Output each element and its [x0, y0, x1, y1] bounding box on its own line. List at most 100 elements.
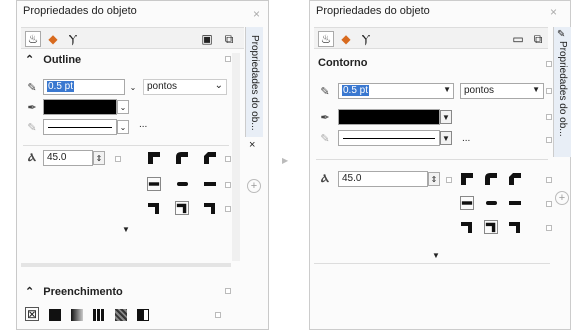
outline-color-picker[interactable]	[338, 109, 440, 125]
transparency-icon[interactable]: Ⲩ	[65, 31, 81, 47]
arrow-icon: ▶	[282, 156, 289, 165]
collapse-icon: ⌃	[25, 286, 35, 298]
menu-icon[interactable]	[215, 312, 221, 318]
divider	[316, 159, 548, 160]
line-style-picker[interactable]	[338, 130, 440, 146]
menu-icon[interactable]	[546, 201, 552, 207]
line-cap-extended-icon[interactable]	[203, 177, 217, 191]
menu-icon[interactable]	[546, 137, 552, 143]
miter-limit-icon: Ⲁ	[321, 172, 329, 185]
chevron-down-icon: ▼	[443, 85, 451, 94]
corner-miter-icon[interactable]	[460, 172, 474, 186]
corner-round-icon[interactable]	[175, 151, 189, 165]
no-fill-icon[interactable]: ⊠	[25, 307, 39, 321]
more-options-icon[interactable]: ⧉	[530, 31, 546, 47]
panel-title: Propriedades do objeto	[316, 5, 430, 17]
menu-icon[interactable]	[546, 114, 552, 120]
units-select[interactable]: pontos ▼	[460, 83, 544, 99]
uniform-fill-icon[interactable]	[49, 309, 61, 321]
close-icon[interactable]: ×	[253, 8, 263, 20]
chevron-down-icon[interactable]: ▼	[440, 110, 452, 124]
units-select[interactable]: pontos ⌄	[143, 79, 227, 95]
section-menu-icon[interactable]	[225, 56, 231, 62]
line-cap-round-icon[interactable]	[484, 196, 498, 210]
miter-limit-field[interactable]: 45.0	[338, 171, 428, 187]
outline-color-icon: ✒	[27, 101, 37, 114]
spinner-icon[interactable]: ⇕	[428, 172, 440, 186]
menu-icon[interactable]	[546, 177, 552, 183]
transparency-icon[interactable]: Ⲩ	[358, 31, 374, 47]
position-inside-icon[interactable]	[508, 220, 522, 234]
solid-line	[343, 138, 435, 139]
position-outside-icon[interactable]	[147, 201, 161, 215]
texture-fill-icon[interactable]	[115, 309, 127, 321]
outline-pen-icon[interactable]: ♨	[318, 31, 334, 47]
more-options-icon[interactable]: ⧉	[221, 31, 237, 47]
chevron-down-icon[interactable]: ⌄	[117, 120, 129, 134]
outline-width-field[interactable]: 0.5 pt	[43, 79, 125, 95]
menu-icon[interactable]	[115, 156, 121, 162]
corner-bevel-icon[interactable]	[508, 172, 522, 186]
text-frame-icon[interactable]: ▣	[199, 31, 215, 47]
line-style-picker[interactable]	[43, 119, 117, 135]
add-docker-icon[interactable]: +	[555, 191, 569, 205]
fountain-fill-icon[interactable]	[71, 309, 83, 321]
corner-round-icon[interactable]	[484, 172, 498, 186]
line-style-more-button[interactable]: ...	[462, 133, 470, 144]
spinner-icon[interactable]: ⇕	[93, 151, 105, 165]
divider	[23, 145, 229, 146]
docker-tab[interactable]: ✎ Propriedades do ob...	[553, 27, 571, 157]
close-icon[interactable]: ×	[550, 6, 560, 18]
menu-icon[interactable]	[446, 177, 452, 183]
section-menu-icon[interactable]	[546, 61, 552, 67]
outline-section-header[interactable]: ⌃ Outline	[25, 53, 225, 71]
toolbar: ♨ ◆ Ⲩ ▭ ⧉	[314, 27, 548, 49]
line-style-more-button[interactable]: ...	[139, 119, 147, 130]
miter-limit-field[interactable]: 45.0	[43, 150, 93, 166]
line-cap-round-icon[interactable]	[175, 177, 189, 191]
line-cap-extended-icon[interactable]	[508, 196, 522, 210]
corner-miter-icon[interactable]	[147, 151, 161, 165]
add-docker-icon[interactable]: +	[247, 179, 261, 193]
chevron-down-icon[interactable]: ⌄	[127, 80, 139, 94]
outline-pen-icon[interactable]: ♨	[25, 31, 41, 47]
line-cap-square-icon[interactable]	[147, 177, 161, 191]
menu-icon[interactable]	[225, 206, 231, 212]
docker-tab[interactable]: Propriedades do ob...	[245, 27, 263, 137]
divider	[21, 263, 231, 267]
fill-section-header[interactable]: ⌃ Preenchimento	[25, 285, 225, 303]
outline-width-icon: ✎	[27, 81, 37, 94]
outline-color-picker[interactable]	[43, 99, 117, 115]
fill-bucket-icon[interactable]: ◆	[45, 31, 61, 47]
solid-line	[48, 127, 112, 128]
position-outside-icon[interactable]	[460, 220, 474, 234]
outline-width-field[interactable]: 0.5 pt ▼	[338, 83, 454, 99]
chevron-down-icon: ⌄	[214, 80, 223, 91]
menu-icon[interactable]	[225, 156, 231, 162]
scrollbar[interactable]	[232, 53, 240, 261]
close-icon[interactable]: ×	[249, 139, 255, 151]
fill-bucket-icon[interactable]: ◆	[338, 31, 354, 47]
line-style-icon: ✎	[27, 121, 37, 134]
corner-bevel-icon[interactable]	[203, 151, 217, 165]
chevron-down-icon[interactable]: ⌄	[117, 100, 129, 114]
docker-tab-label: Propriedades do ob...	[557, 41, 568, 137]
menu-icon[interactable]	[546, 88, 552, 94]
menu-icon[interactable]	[225, 182, 231, 188]
expand-section-icon[interactable]: ▼	[432, 251, 440, 260]
postscript-fill-icon[interactable]	[137, 309, 149, 321]
expand-section-icon[interactable]: ▼	[122, 225, 130, 234]
position-inside-icon[interactable]	[203, 201, 217, 215]
outline-section-header[interactable]: Contorno	[318, 57, 518, 75]
position-center-icon[interactable]	[484, 220, 498, 234]
chevron-down-icon: ▼	[532, 85, 540, 94]
section-menu-icon[interactable]	[225, 288, 231, 294]
line-cap-square-icon[interactable]	[460, 196, 474, 210]
position-center-icon[interactable]	[175, 201, 189, 215]
chevron-down-icon[interactable]: ▼	[440, 131, 452, 145]
pattern-fill-icon[interactable]	[93, 309, 105, 321]
menu-icon[interactable]	[546, 225, 552, 231]
frame-icon[interactable]: ▭	[510, 31, 526, 47]
docker-panel-right: Propriedades do objeto × ♨ ◆ Ⲩ ▭ ⧉ Conto…	[309, 0, 571, 330]
docker-panel-left: Propriedades do objeto × ♨ ◆ Ⲩ ▣ ⧉ ⌃ Out…	[16, 0, 269, 330]
